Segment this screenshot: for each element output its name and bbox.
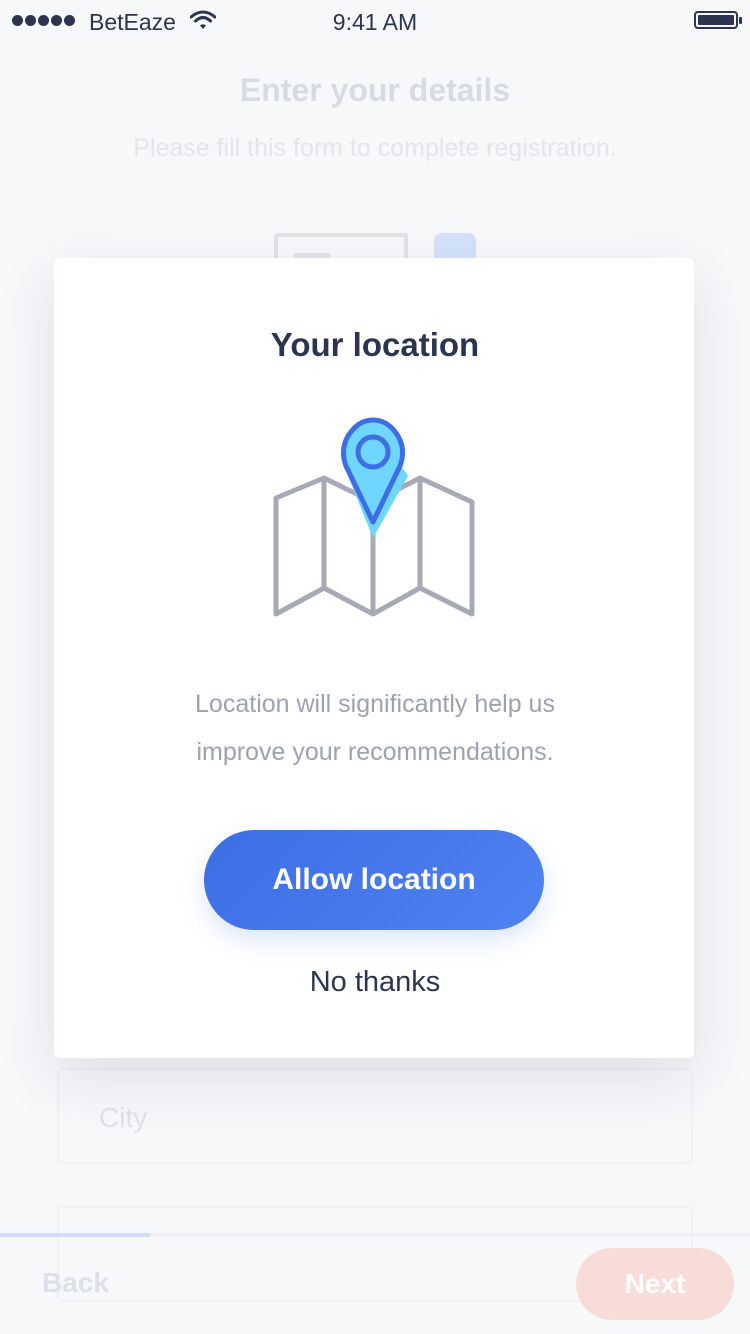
- next-button[interactable]: Next: [576, 1248, 734, 1320]
- allow-location-button[interactable]: Allow location: [204, 830, 544, 930]
- city-field[interactable]: City: [57, 1068, 693, 1164]
- modal-description: Location will significantly help us impr…: [130, 680, 620, 776]
- city-placeholder: City: [99, 1102, 148, 1133]
- description-line-2: improve your recommendations.: [196, 738, 554, 766]
- modal-title: Your location: [270, 326, 480, 363]
- back-button[interactable]: Back: [42, 1267, 109, 1299]
- map-pin-icon: [273, 417, 475, 617]
- page-subtitle: Please fill this form to complete regist…: [133, 134, 617, 162]
- description-line-1: Location will significantly help us: [195, 690, 555, 718]
- location-modal: [54, 258, 694, 1058]
- progress-fill: [0, 1233, 150, 1237]
- no-thanks-button[interactable]: No thanks: [250, 958, 500, 1006]
- page-title: Enter your details: [239, 72, 511, 108]
- progress-bar: [0, 1233, 750, 1237]
